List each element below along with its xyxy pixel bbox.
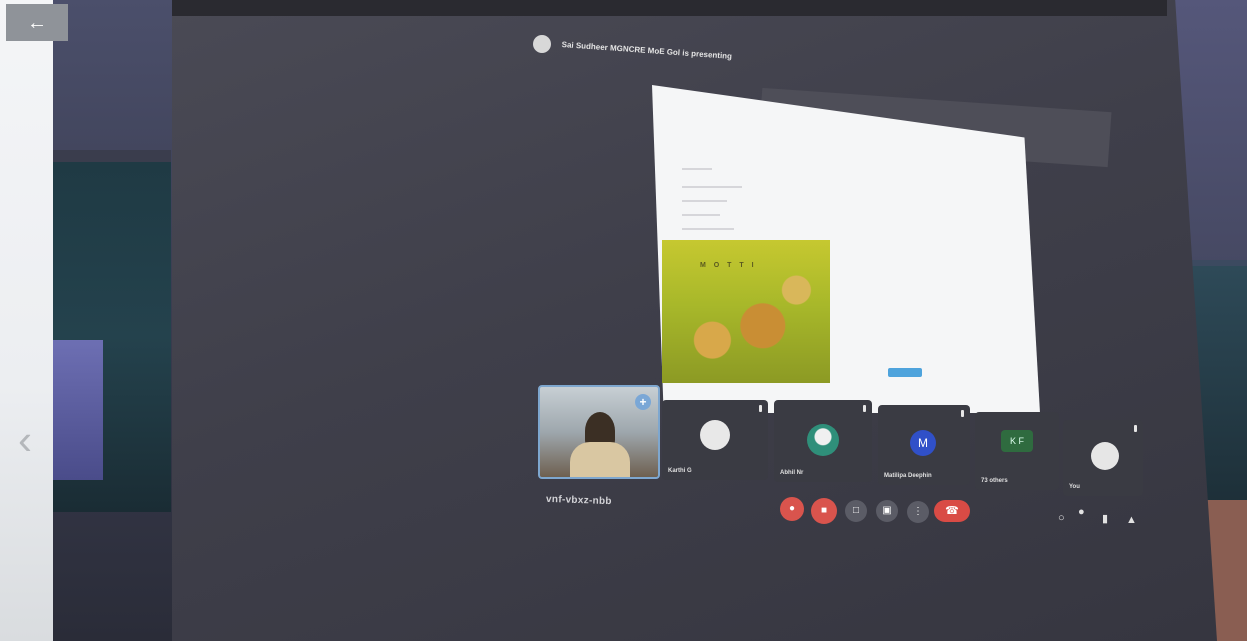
leave-call-button[interactable]: ☎	[934, 500, 970, 522]
back-button[interactable]: ←	[6, 4, 68, 41]
previous-photo-button[interactable]: ‹	[8, 419, 42, 461]
avatar-letter: M	[910, 430, 936, 456]
avatar	[807, 424, 839, 456]
participant-tile[interactable]: Abhil Nr	[774, 400, 872, 482]
activities-icon[interactable]: ▲	[1126, 514, 1137, 526]
participant-name: Abhil Nr	[780, 470, 804, 476]
camera-toggle-button[interactable]: ■	[811, 498, 837, 524]
curtain	[53, 340, 103, 480]
participant-tile[interactable]: Karthi G	[662, 400, 768, 480]
participant-tile-others[interactable]: K F 73 others	[975, 412, 1059, 490]
people-icon[interactable]: ●	[1078, 506, 1085, 518]
participant-name: Matilipa Deephin	[884, 473, 932, 479]
mic-muted-icon	[1134, 425, 1137, 432]
chevron-left-icon: ‹	[18, 416, 32, 463]
presenter-avatar	[533, 35, 551, 53]
camera-off-icon: ■	[820, 505, 828, 516]
participant-name: Karthi G	[668, 468, 692, 474]
participant-name: You	[1069, 484, 1080, 490]
slide-image-logo: M O T T I	[700, 262, 757, 269]
mic-muted-icon	[961, 410, 964, 417]
pin-icon[interactable]: +	[635, 394, 651, 410]
mic-off-icon: ●	[788, 503, 796, 514]
screen-top-bar	[172, 0, 1167, 16]
participant-name: 73 others	[981, 478, 1008, 484]
participant-tile[interactable]: M Matilipa Deephin	[878, 405, 970, 485]
captions-icon: □	[852, 505, 860, 516]
participant-tile-self[interactable]: +	[538, 385, 660, 479]
mic-muted-icon	[759, 405, 762, 412]
more-options-button[interactable]: ⋮	[907, 501, 929, 523]
avatar	[700, 420, 730, 450]
others-avatars: K F	[1001, 430, 1033, 452]
participant-tile-you[interactable]: You	[1063, 420, 1143, 496]
viewer-gutter	[0, 0, 53, 641]
info-icon[interactable]: ○	[1058, 512, 1065, 524]
mic-toggle-button[interactable]: ●	[780, 497, 804, 521]
chat-icon[interactable]: ▮	[1102, 512, 1108, 525]
present-button[interactable]: ▣	[876, 500, 898, 522]
present-screen-icon: ▣	[882, 505, 892, 516]
hangup-icon: ☎	[945, 505, 959, 517]
arrow-left-icon: ←	[27, 12, 47, 34]
avatar	[1091, 442, 1119, 470]
self-person-body	[570, 442, 630, 477]
mic-muted-icon	[863, 405, 866, 412]
captions-button[interactable]: □	[845, 500, 867, 522]
meeting-code: vnf-vbxz-nbb	[545, 493, 612, 508]
slide-link-button	[888, 368, 922, 377]
more-options-icon: ⋮	[913, 506, 923, 517]
